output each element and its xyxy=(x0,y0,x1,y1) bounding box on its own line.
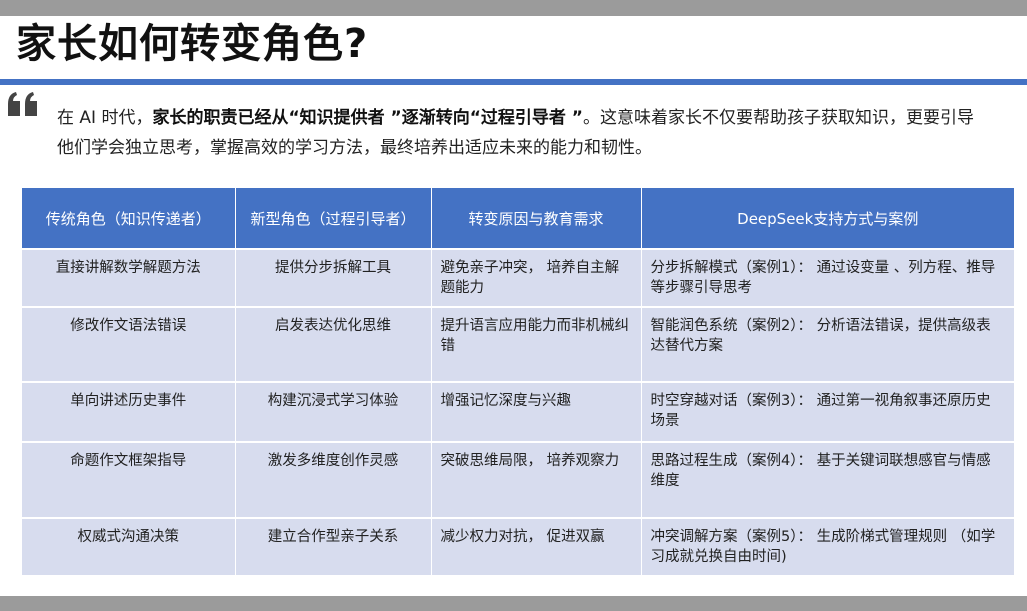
header-reason: 转变原因与教育需求 xyxy=(431,188,642,250)
cell-support: 智能润色系统（案例2）： 分析语法错误，提供高级表达替代方案 xyxy=(641,307,1014,383)
header-traditional-role: 传统角色（知识传递者） xyxy=(22,188,236,250)
bottom-bar xyxy=(0,596,1027,611)
intro-bold: 家长的职责已经从“知识提供者 ”逐渐转向“过程引导者 ” xyxy=(152,108,583,128)
header-new-role: 新型角色（过程引导者） xyxy=(235,188,432,250)
cell-reason: 减少权力对抗， 促进双赢 xyxy=(431,518,642,577)
table-row: 直接讲解数学解题方法 提供分步拆解工具 避免亲子冲突， 培养自主解题能力 分步拆… xyxy=(22,249,1014,308)
title-underline xyxy=(0,79,1027,85)
cell-support: 思路过程生成（案例4）： 基于关键词联想感官与情感维度 xyxy=(641,442,1014,519)
page-title: 家长如何转变角色? xyxy=(16,21,369,67)
cell-new: 建立合作型亲子关系 xyxy=(235,518,432,577)
cell-new: 激发多维度创作灵感 xyxy=(235,442,432,519)
header-deepseek-support: DeepSeek支持方式与案例 xyxy=(641,188,1014,250)
table-header-row: 传统角色（知识传递者） 新型角色（过程引导者） 转变原因与教育需求 DeepSe… xyxy=(22,188,1014,250)
cell-traditional: 单向讲述历史事件 xyxy=(22,382,236,443)
cell-traditional: 修改作文语法错误 xyxy=(22,307,236,383)
cell-reason: 避免亲子冲突， 培养自主解题能力 xyxy=(431,249,642,308)
cell-support: 冲突调解方案（案例5）： 生成阶梯式管理规则 （如学习成就兑换自由时间) xyxy=(641,518,1014,577)
cell-traditional: 直接讲解数学解题方法 xyxy=(22,249,236,308)
cell-reason: 提升语言应用能力而非机械纠错 xyxy=(431,307,642,383)
table-row: 修改作文语法错误 启发表达优化思维 提升语言应用能力而非机械纠错 智能润色系统（… xyxy=(22,307,1014,383)
cell-support: 时空穿越对话（案例3）： 通过第一视角叙事还原历史场景 xyxy=(641,382,1014,443)
cell-traditional: 权威式沟通决策 xyxy=(22,518,236,577)
cell-new: 构建沉浸式学习体验 xyxy=(235,382,432,443)
cell-new: 启发表达优化思维 xyxy=(235,307,432,383)
top-bar xyxy=(0,0,1027,16)
cell-traditional: 命题作文框架指导 xyxy=(22,442,236,519)
cell-support: 分步拆解模式（案例1）： 通过设变量 、列方程、推导等步骤引导思考 xyxy=(641,249,1014,308)
intro-paragraph: 在 AI 时代，家长的职责已经从“知识提供者 ”逐渐转向“过程引导者 ”。这意味… xyxy=(57,103,987,163)
table-row: 权威式沟通决策 建立合作型亲子关系 减少权力对抗， 促进双赢 冲突调解方案（案例… xyxy=(22,518,1014,577)
cell-reason: 突破思维局限， 培养观察力 xyxy=(431,442,642,519)
table-row: 命题作文框架指导 激发多维度创作灵感 突破思维局限， 培养观察力 思路过程生成（… xyxy=(22,442,1014,519)
intro-text-1: 在 AI 时代， xyxy=(57,108,153,128)
quote-mark-icon xyxy=(8,92,37,116)
cell-new: 提供分步拆解工具 xyxy=(235,249,432,308)
table-row: 单向讲述历史事件 构建沉浸式学习体验 增强记忆深度与兴趣 时空穿越对话（案例3）… xyxy=(22,382,1014,443)
role-table: 传统角色（知识传递者） 新型角色（过程引导者） 转变原因与教育需求 DeepSe… xyxy=(22,188,1014,577)
cell-reason: 增强记忆深度与兴趣 xyxy=(431,382,642,443)
